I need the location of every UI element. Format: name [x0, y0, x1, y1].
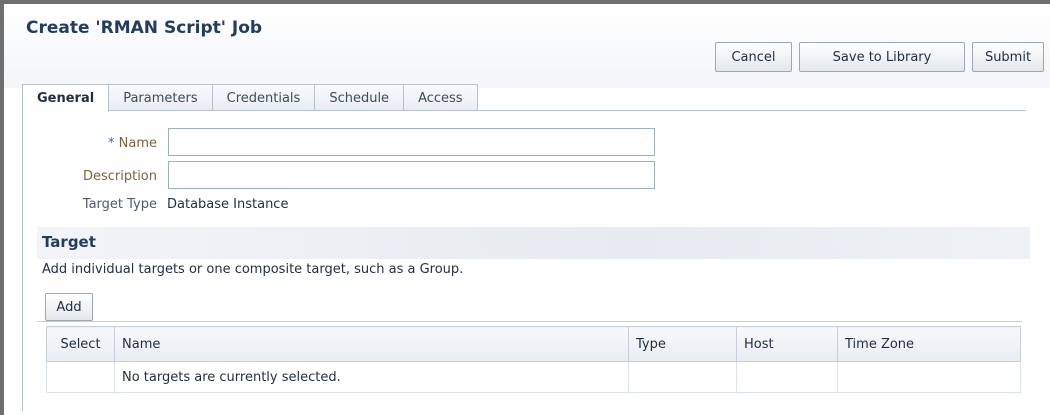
empty-host-cell [736, 361, 838, 393]
tab-credentials[interactable]: Credentials [211, 84, 316, 111]
required-indicator: * [108, 136, 115, 151]
tab-parameters[interactable]: Parameters [108, 84, 213, 111]
description-input[interactable] [168, 161, 655, 189]
empty-time-zone-cell [837, 361, 1021, 393]
table-header-row: Select Name Type Host Time Zone [46, 326, 1021, 362]
target-section-description: Add individual targets or one composite … [42, 262, 464, 277]
name-field-label: * Name [66, 136, 157, 151]
table-row: No targets are currently selected. [46, 361, 1021, 393]
empty-type-cell [628, 361, 737, 393]
target-toolbar [37, 286, 1022, 322]
empty-message: No targets are currently selected. [114, 361, 629, 393]
tab-bar: General Parameters Credentials Schedule … [22, 84, 478, 112]
target-section-header [37, 227, 1030, 259]
targets-table: Select Name Type Host Time Zone No targe… [46, 326, 1021, 393]
column-header-host[interactable]: Host [736, 326, 838, 362]
target-section-title: Target [42, 233, 96, 251]
tab-general[interactable]: General [22, 84, 110, 112]
empty-select-cell [46, 361, 115, 393]
cancel-button[interactable]: Cancel [715, 42, 792, 72]
target-type-label: Target Type [82, 197, 157, 212]
tab-access[interactable]: Access [403, 84, 478, 111]
save-to-library-button[interactable]: Save to Library [799, 42, 965, 72]
submit-button[interactable]: Submit [972, 42, 1044, 72]
add-target-button[interactable]: Add [45, 293, 93, 321]
column-header-time-zone[interactable]: Time Zone [837, 326, 1021, 362]
column-header-name[interactable]: Name [114, 326, 629, 362]
description-field-label: Description [82, 169, 157, 184]
page-title: Create 'RMAN Script' Job [26, 18, 263, 38]
target-type-value: Database Instance [167, 197, 289, 212]
tab-schedule[interactable]: Schedule [314, 84, 405, 111]
column-header-type[interactable]: Type [628, 326, 737, 362]
name-label-text: Name [118, 136, 157, 151]
name-input[interactable] [168, 128, 655, 156]
column-header-select[interactable]: Select [46, 326, 115, 362]
